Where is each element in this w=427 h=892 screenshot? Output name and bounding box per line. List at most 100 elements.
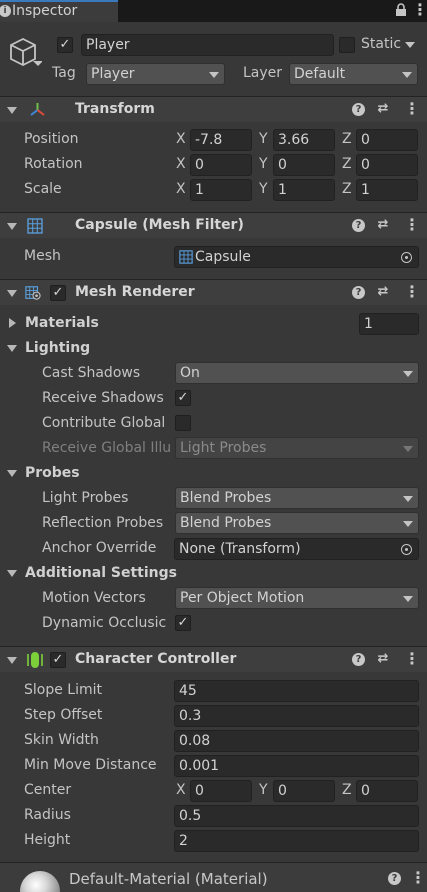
lock-icon[interactable] (395, 3, 407, 17)
reflection-probes-value: Blend Probes (180, 515, 272, 531)
cast-shadows-dropdown[interactable]: On (175, 362, 419, 384)
position-y-field[interactable]: 3.66 (273, 129, 335, 151)
y-axis-label: Y (259, 156, 268, 172)
object-name-input[interactable]: Player (81, 34, 334, 56)
transform-header[interactable]: Transform ? ⇄ ⋮ (0, 96, 427, 122)
radius-field[interactable]: 0.5 (174, 805, 419, 827)
character-controller-header[interactable]: ✓ Character Controller ? ⇄ ⋮ (0, 646, 427, 672)
scale-y-field[interactable]: 1 (273, 179, 335, 201)
layer-label: Layer (243, 65, 283, 81)
rotation-x-field[interactable]: 0 (190, 154, 252, 176)
dynamic-occlusion-label: Dynamic Occlusic (42, 615, 167, 631)
component-menu-icon[interactable]: ⋮ (404, 284, 420, 300)
object-picker-icon[interactable] (401, 544, 412, 555)
help-icon[interactable]: ? (352, 103, 365, 116)
kebab-menu-icon[interactable]: ⋮ (412, 2, 427, 18)
step-offset-field[interactable]: 0.3 (174, 705, 419, 727)
rotation-y-field[interactable]: 0 (273, 154, 335, 176)
tag-dropdown[interactable]: Player (86, 63, 225, 85)
center-x-field[interactable]: 0 (190, 780, 252, 802)
materials-fold-icon[interactable] (9, 318, 16, 328)
receive-shadows-label: Receive Shadows (42, 390, 164, 406)
tag-value: Player (91, 66, 135, 82)
component-menu-icon[interactable]: ⋮ (404, 651, 420, 667)
scale-x-field[interactable]: 1 (190, 179, 252, 201)
help-icon[interactable]: ? (352, 653, 365, 666)
layer-dropdown[interactable]: Default (289, 63, 418, 85)
position-z-field[interactable]: 0 (356, 129, 418, 151)
lighting-label[interactable]: Lighting (25, 340, 90, 356)
receive-gi-value: Light Probes (180, 440, 267, 456)
center-label: Center (24, 782, 72, 798)
mesh-filter-icon (27, 218, 43, 234)
center-y-field[interactable]: 0 (273, 780, 335, 802)
tab-inspector[interactable]: i Inspector (0, 0, 118, 22)
height-label: Height (24, 832, 71, 848)
motion-vectors-label: Motion Vectors (42, 590, 146, 606)
z-axis-label: Z (342, 782, 352, 798)
probes-fold-icon[interactable] (7, 470, 17, 477)
fold-arrow-icon[interactable] (7, 290, 17, 297)
fold-arrow-icon[interactable] (7, 657, 17, 664)
material-header[interactable]: Default-Material (Material) ? ⋮ (0, 863, 427, 892)
mesh-renderer-enabled-checkbox[interactable]: ✓ (50, 285, 66, 301)
preset-icon[interactable]: ⇄ (376, 651, 390, 666)
mesh-renderer-header[interactable]: ✓ Mesh Renderer ? ⇄ ⋮ (0, 279, 427, 305)
position-x-field[interactable]: -7.8 (190, 129, 252, 151)
contribute-gi-checkbox[interactable] (175, 415, 191, 431)
light-probes-dropdown[interactable]: Blend Probes (175, 487, 419, 509)
tag-label: Tag (52, 65, 76, 81)
mesh-filter-header[interactable]: Capsule (Mesh Filter) ? ⇄ ⋮ (0, 212, 427, 238)
rotation-z-field[interactable]: 0 (356, 154, 418, 176)
material-menu-icon[interactable]: ⋮ (410, 870, 426, 886)
static-dropdown-icon[interactable] (405, 42, 415, 48)
x-axis-label: X (176, 782, 186, 798)
receive-shadows-checkbox[interactable]: ✓ (175, 390, 191, 406)
center-z-field[interactable]: 0 (356, 780, 418, 802)
preset-icon[interactable]: ⇄ (376, 284, 390, 299)
help-icon[interactable]: ? (352, 286, 365, 299)
motion-vectors-dropdown[interactable]: Per Object Motion (175, 587, 419, 609)
materials-count-field[interactable]: 1 (359, 313, 419, 335)
object-picker-icon[interactable] (401, 252, 412, 263)
fold-arrow-icon[interactable] (7, 223, 17, 230)
min-move-distance-field[interactable]: 0.001 (174, 755, 419, 777)
additional-settings-label[interactable]: Additional Settings (25, 565, 177, 581)
skin-width-field[interactable]: 0.08 (174, 730, 419, 752)
gameobject-cube-icon[interactable] (8, 36, 42, 70)
anchor-override-value: None (Transform) (179, 541, 301, 557)
active-checkbox[interactable]: ✓ (57, 37, 73, 53)
skin-width-label: Skin Width (24, 732, 99, 748)
additional-settings-fold-icon[interactable] (7, 570, 17, 577)
anchor-override-field[interactable]: None (Transform) (174, 538, 419, 560)
materials-label[interactable]: Materials (25, 315, 99, 331)
mesh-label: Mesh (24, 248, 61, 264)
character-controller-enabled-checkbox[interactable]: ✓ (50, 652, 66, 668)
x-axis-label: X (176, 156, 186, 172)
cast-shadows-value: On (180, 365, 200, 381)
slope-limit-label: Slope Limit (24, 682, 102, 698)
component-menu-icon[interactable]: ⋮ (404, 217, 420, 233)
probes-label[interactable]: Probes (25, 465, 80, 481)
reflection-probes-dropdown[interactable]: Blend Probes (175, 512, 419, 534)
transform-icon (30, 103, 45, 116)
center-row: Center X 0 Y 0 Z 0 (0, 779, 427, 803)
component-menu-icon[interactable]: ⋮ (404, 101, 420, 117)
help-icon[interactable]: ? (352, 219, 365, 232)
scale-row: Scale X 1 Y 1 Z 1 (0, 178, 427, 202)
mesh-object-field[interactable]: Capsule (174, 246, 419, 268)
preset-icon[interactable]: ⇄ (376, 101, 390, 116)
light-probes-label: Light Probes (42, 490, 129, 506)
position-row: Position X -7.8 Y 3.66 Z 0 (0, 128, 427, 152)
help-icon[interactable]: ? (388, 872, 401, 885)
fold-arrow-icon[interactable] (7, 107, 17, 114)
receive-gi-dropdown: Light Probes (175, 437, 419, 459)
scale-z-field[interactable]: 1 (356, 179, 418, 201)
dynamic-occlusion-checkbox[interactable]: ✓ (175, 615, 191, 631)
static-checkbox[interactable] (339, 37, 355, 53)
lighting-fold-icon[interactable] (7, 345, 17, 352)
slope-limit-field[interactable]: 45 (174, 680, 419, 702)
height-field[interactable]: 2 (174, 830, 419, 852)
preset-icon[interactable]: ⇄ (376, 217, 390, 232)
anchor-override-label: Anchor Override (42, 540, 157, 556)
